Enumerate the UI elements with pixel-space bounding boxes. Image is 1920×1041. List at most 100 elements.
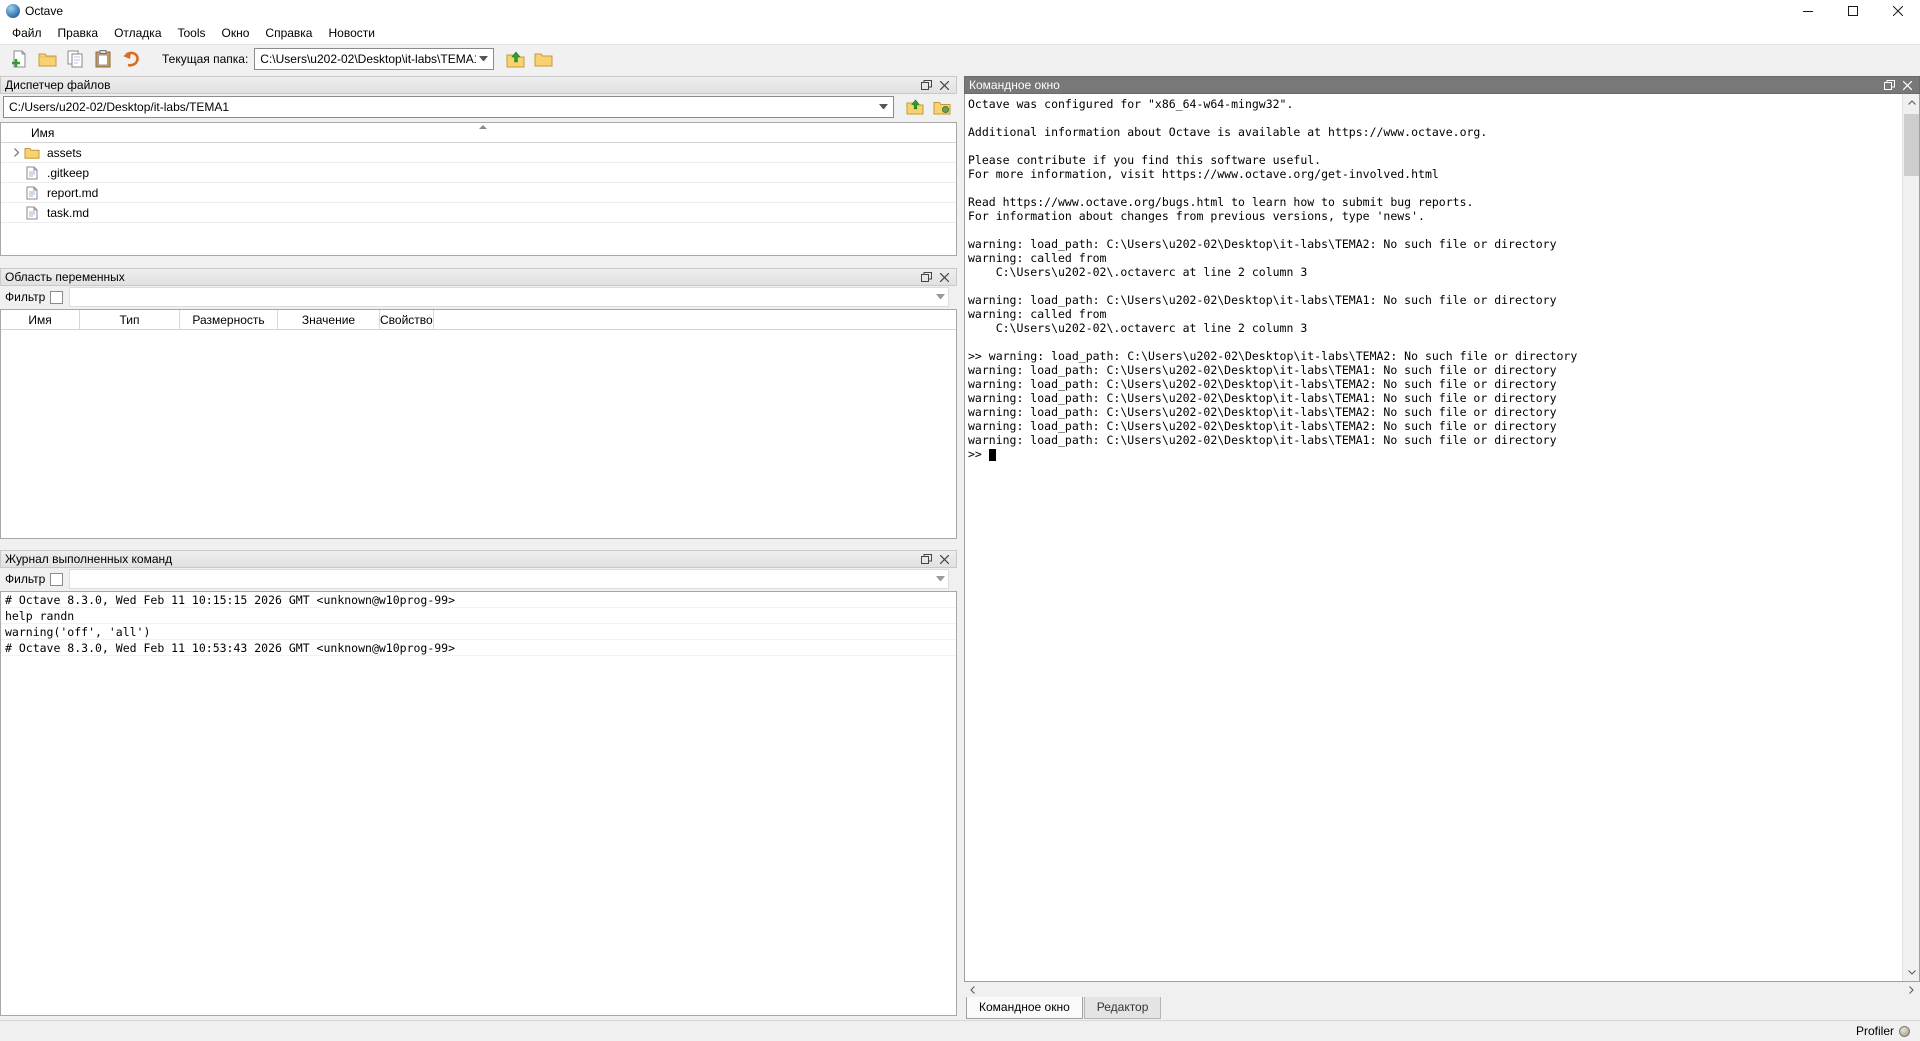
horizontal-scrollbar[interactable] bbox=[964, 982, 1920, 997]
scroll-up-icon[interactable] bbox=[1903, 94, 1920, 111]
copy-button[interactable] bbox=[62, 47, 88, 71]
browse-folder-icon bbox=[534, 51, 553, 67]
console-line: warning: load_path: C:\Users\u202-02\Des… bbox=[968, 433, 1899, 447]
workspace-filter-row: Фильтр bbox=[0, 286, 957, 308]
undock-icon bbox=[921, 554, 932, 564]
undo-button[interactable] bbox=[118, 47, 144, 71]
bottom-tabbar: Командное окноРедактор bbox=[964, 997, 1920, 1019]
workspace-column-header[interactable]: Свойство bbox=[380, 310, 434, 330]
undock-button[interactable] bbox=[918, 78, 934, 92]
titlebar[interactable]: Octave bbox=[0, 0, 1920, 22]
scroll-down-icon[interactable] bbox=[1903, 964, 1920, 981]
file-row[interactable]: assets bbox=[1, 143, 956, 163]
menu-item[interactable]: Файл bbox=[4, 24, 50, 42]
new-script-button[interactable] bbox=[6, 47, 32, 71]
console-line: warning: called from bbox=[968, 251, 1899, 265]
combo-dropdown-icon[interactable] bbox=[936, 576, 945, 582]
filter-combobox[interactable] bbox=[69, 287, 949, 307]
menu-item[interactable]: Окно bbox=[214, 24, 258, 42]
close-button[interactable] bbox=[1875, 0, 1920, 22]
paste-icon bbox=[94, 50, 112, 68]
workspace-titlebar[interactable]: Область переменных bbox=[0, 268, 957, 286]
undock-button[interactable] bbox=[918, 270, 934, 284]
profiler-label: Profiler bbox=[1856, 1024, 1894, 1038]
folder-up-button[interactable] bbox=[502, 47, 528, 71]
close-panel-button[interactable] bbox=[1899, 78, 1915, 92]
file-row[interactable]: .gitkeep bbox=[1, 163, 956, 183]
menu-item[interactable]: Tools bbox=[170, 24, 214, 42]
command-window-text: Octave was configured for "x86_64-w64-mi… bbox=[968, 97, 1899, 461]
one-dir-up-button[interactable] bbox=[903, 96, 927, 118]
undock-button[interactable] bbox=[1881, 78, 1897, 92]
workspace-column-header[interactable]: Имя bbox=[1, 310, 80, 330]
minimize-button[interactable] bbox=[1785, 0, 1830, 22]
menu-item[interactable]: Справка bbox=[257, 24, 320, 42]
scrollbar-thumb[interactable] bbox=[1904, 114, 1919, 176]
combo-dropdown-icon[interactable] bbox=[936, 294, 945, 300]
file-name: task.md bbox=[47, 206, 89, 220]
expand-arrow-icon[interactable] bbox=[9, 148, 23, 157]
current-folder-value: C:\Users\u202-02\Desktop\it-labs\TEMA1 bbox=[260, 52, 476, 66]
file-browser-path-combobox[interactable]: C:/Users/u202-02/Desktop/it-labs/TEMA1 bbox=[3, 96, 894, 118]
history-entry[interactable]: help randn bbox=[1, 608, 956, 624]
file-row[interactable]: report.md bbox=[1, 183, 956, 203]
close-panel-button[interactable] bbox=[936, 78, 952, 92]
splitter-handle[interactable] bbox=[0, 257, 957, 268]
history-entry[interactable]: warning('off', 'all') bbox=[1, 624, 956, 640]
combo-dropdown-icon[interactable] bbox=[879, 104, 888, 110]
close-panel-button[interactable] bbox=[936, 270, 952, 284]
folder-up-icon bbox=[906, 99, 924, 115]
filter-checkbox[interactable] bbox=[50, 573, 63, 586]
file-browser-titlebar[interactable]: Диспетчер файлов bbox=[0, 76, 957, 94]
workspace-table-header: ИмяТипРазмерностьЗначениеСвойство bbox=[1, 310, 956, 330]
filter-checkbox[interactable] bbox=[50, 291, 63, 304]
console-line: Octave was configured for "x86_64-w64-mi… bbox=[968, 97, 1899, 111]
splitter-handle[interactable] bbox=[0, 539, 957, 550]
command-window-titlebar[interactable]: Командное окно bbox=[964, 76, 1920, 94]
prompt-line[interactable]: >> bbox=[968, 447, 1899, 461]
folder-actions-button[interactable] bbox=[930, 96, 954, 118]
workspace-title: Область переменных bbox=[5, 270, 916, 284]
close-icon bbox=[940, 273, 949, 282]
scroll-left-icon[interactable] bbox=[964, 982, 981, 997]
vertical-scrollbar[interactable] bbox=[1902, 94, 1919, 981]
command-window-output[interactable]: Octave was configured for "x86_64-w64-mi… bbox=[964, 94, 1920, 982]
profiler-status-icon[interactable] bbox=[1899, 1026, 1910, 1037]
console-line: C:\Users\u202-02\.octaverc at line 2 col… bbox=[968, 321, 1899, 335]
splitter-handle[interactable] bbox=[957, 76, 964, 1016]
console-line: warning: load_path: C:\Users\u202-02\Des… bbox=[968, 363, 1899, 377]
browse-folder-button[interactable] bbox=[530, 47, 556, 71]
maximize-button[interactable] bbox=[1830, 0, 1875, 22]
menu-item[interactable]: Отладка bbox=[106, 24, 169, 42]
file-icon bbox=[23, 166, 41, 180]
bottom-tab[interactable]: Командное окно bbox=[966, 996, 1083, 1019]
workspace-column-header[interactable]: Тип bbox=[80, 310, 180, 330]
undock-icon bbox=[921, 80, 932, 90]
undock-button[interactable] bbox=[918, 552, 934, 566]
file-tree[interactable]: Имя bbox=[0, 122, 957, 256]
history-entry[interactable]: # Octave 8.3.0, Wed Feb 11 10:53:43 2026… bbox=[1, 640, 956, 656]
workspace-column-header[interactable]: Значение bbox=[278, 310, 380, 330]
current-folder-combobox[interactable]: C:\Users\u202-02\Desktop\it-labs\TEMA1 bbox=[254, 48, 494, 70]
combo-dropdown-icon[interactable] bbox=[479, 56, 488, 62]
history-list[interactable]: # Octave 8.3.0, Wed Feb 11 10:15:15 2026… bbox=[0, 591, 957, 1016]
file-row[interactable]: task.md bbox=[1, 203, 956, 223]
menu-item[interactable]: Новости bbox=[320, 24, 382, 42]
menu-item[interactable]: Правка bbox=[50, 24, 107, 42]
open-folder-button[interactable] bbox=[34, 47, 60, 71]
close-icon bbox=[1893, 6, 1903, 16]
main-toolbar: Текущая папка: C:\Users\u202-02\Desktop\… bbox=[0, 44, 1920, 73]
console-line: warning: load_path: C:\Users\u202-02\Des… bbox=[968, 405, 1899, 419]
filter-combobox[interactable] bbox=[69, 569, 949, 589]
workspace-column-header[interactable]: Размерность bbox=[180, 310, 278, 330]
paste-button[interactable] bbox=[90, 47, 116, 71]
file-tree-header[interactable]: Имя bbox=[1, 123, 956, 143]
bottom-tab[interactable]: Редактор bbox=[1084, 997, 1162, 1019]
scroll-right-icon[interactable] bbox=[1903, 982, 1920, 997]
undo-icon bbox=[122, 50, 140, 68]
close-panel-button[interactable] bbox=[936, 552, 952, 566]
command-history-panel: Журнал выполненных команд Фильтр # Octav… bbox=[0, 550, 957, 1016]
history-titlebar[interactable]: Журнал выполненных команд bbox=[0, 550, 957, 568]
workspace-table[interactable]: ИмяТипРазмерностьЗначениеСвойство bbox=[0, 309, 957, 539]
history-entry[interactable]: # Octave 8.3.0, Wed Feb 11 10:15:15 2026… bbox=[1, 592, 956, 608]
